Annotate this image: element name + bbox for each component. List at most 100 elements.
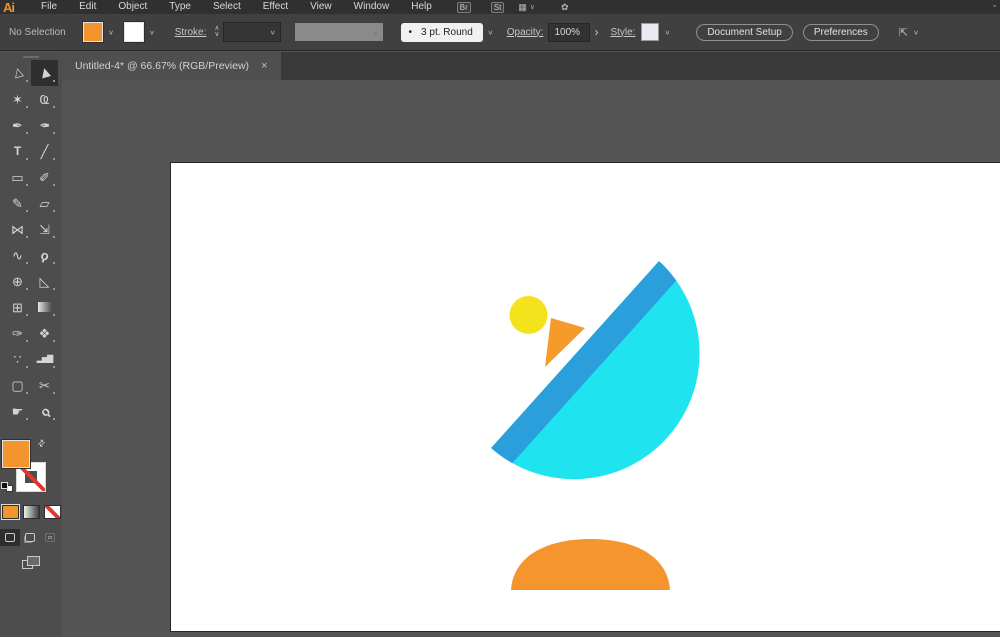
style-swatch[interactable]	[641, 23, 660, 41]
pen-tool-icon: ✒	[12, 117, 23, 133]
menu-select[interactable]: Select	[202, 0, 252, 14]
puppet-warp-tool[interactable]: ϙ	[31, 242, 58, 268]
shape-builder-tool-icon: ⊕	[12, 273, 23, 289]
selection-tool-icon: ▷	[9, 66, 26, 80]
magic-wand-tool[interactable]: ✶	[4, 86, 31, 112]
tab-close-icon[interactable]: ×	[261, 61, 267, 72]
column-graph-tool[interactable]: ▂▅▇	[31, 346, 58, 372]
fill-indicator[interactable]	[1, 439, 31, 469]
stroke-color-swatch[interactable]	[122, 21, 145, 43]
document-setup-button[interactable]: Document Setup	[696, 23, 793, 41]
canvas-pasteboard[interactable]	[62, 80, 1000, 637]
gradient-tool[interactable]	[31, 294, 58, 320]
rectangle-tool[interactable]: ▭	[4, 164, 31, 190]
stock-button[interactable]: St	[490, 1, 505, 13]
eraser-tool[interactable]: ▱	[31, 190, 58, 216]
curvature-tool[interactable]: ✒	[31, 112, 58, 138]
line-segment-tool[interactable]: ╱	[31, 138, 58, 164]
stroke-width-stepper[interactable]: ∧ ∨	[214, 25, 219, 38]
tools-grid: ▷ ▶ ✶ Ҩ ✒ ✒ T ╱ ▭ ✐ ✎ ▱ ⋈ ⇲ ∿ ϙ ⊕ ◺ ⊞ ✑ ❖ ∵ ▂▅▇ ▢ ✂ ☛ ϙ	[0, 60, 62, 424]
width-tool-icon: ∿	[12, 247, 23, 263]
signal-circle-shape[interactable]	[509, 296, 548, 334]
direct-selection-tool[interactable]: ▶	[31, 60, 58, 86]
hand-tool[interactable]: ☛	[4, 398, 31, 424]
slice-tool[interactable]: ✂	[31, 372, 58, 398]
lasso-tool-icon: Ҩ	[39, 91, 50, 107]
rectangle-tool-icon: ▭	[11, 169, 24, 185]
selection-status: No Selection	[9, 26, 66, 38]
menu-help[interactable]: Help	[400, 0, 443, 14]
gradient-tool-icon	[37, 302, 52, 312]
zoom-tool[interactable]: ϙ	[31, 398, 58, 424]
fill-chevron-icon[interactable]: ∨	[108, 28, 114, 35]
preferences-button[interactable]: Preferences	[802, 23, 879, 41]
pen-tool[interactable]: ✒	[4, 112, 31, 138]
shape-builder-tool[interactable]: ⊕	[4, 268, 31, 294]
none-mode-button[interactable]	[44, 505, 61, 519]
menu-object[interactable]: Object	[107, 0, 158, 14]
paintbrush-tool[interactable]: ✐	[31, 164, 58, 190]
brush-value: 3 pt. Round	[421, 26, 473, 38]
fill-stroke-control: ⇄	[0, 437, 62, 502]
opacity-value-field[interactable]: 100%	[548, 22, 591, 42]
document-tab[interactable]: Untitled-4* @ 66.67% (RGB/Preview) ×	[62, 52, 281, 80]
style-label[interactable]: Style:	[610, 27, 635, 38]
brush-definition-dropdown[interactable]: • 3 pt. Round	[400, 22, 483, 42]
perspective-grid-tool[interactable]: ◺	[31, 268, 58, 294]
select-similar-icon[interactable]: ⇱	[899, 26, 908, 39]
draw-behind-button[interactable]	[20, 529, 40, 546]
workspace-chevron-icon[interactable]: ∨	[530, 3, 535, 11]
width-profile-dropdown: ∨	[294, 23, 383, 41]
bridge-button[interactable]: Br	[456, 1, 471, 13]
color-mode-button[interactable]	[1, 504, 20, 520]
drawing-modes	[0, 529, 60, 546]
stroke-width-dropdown[interactable]: ∨	[222, 22, 281, 42]
brush-chevron-icon[interactable]: ∨	[487, 28, 493, 35]
brush-bullet: •	[408, 26, 413, 38]
lasso-tool[interactable]: Ҩ	[31, 86, 58, 112]
stroke-width-chevron-icon[interactable]: ∨	[270, 28, 276, 35]
draw-normal-button[interactable]	[0, 529, 20, 546]
eyedropper-tool[interactable]: ✑	[4, 320, 31, 346]
base-dome-shape[interactable]	[511, 539, 670, 590]
cropped-corner-icon: ⌄	[991, 0, 998, 9]
artboard[interactable]	[170, 162, 1000, 632]
reflect-tool[interactable]: ⋈	[4, 216, 31, 242]
panel-grip[interactable]	[23, 56, 39, 58]
draw-inside-button	[40, 529, 60, 546]
menu-type[interactable]: Type	[158, 0, 202, 14]
selection-tool[interactable]: ▷	[4, 60, 31, 86]
menu-window[interactable]: Window	[343, 0, 401, 14]
stepper-down-icon[interactable]: ∨	[214, 31, 219, 38]
pencil-tool[interactable]: ✎	[4, 190, 31, 216]
style-chevron-icon[interactable]: ∨	[664, 28, 670, 35]
symbol-sprayer-tool[interactable]: ∵	[4, 346, 31, 372]
hand-tool-icon: ☛	[11, 403, 24, 419]
menu-effect[interactable]: Effect	[252, 0, 299, 14]
blend-tool-icon: ❖	[38, 325, 51, 341]
menu-file[interactable]: File	[30, 0, 68, 14]
type-tool[interactable]: T	[4, 138, 31, 164]
app-logo: Ai	[3, 0, 15, 14]
gradient-mode-button[interactable]	[23, 505, 40, 519]
select-similar-chevron-icon[interactable]: ∨	[913, 28, 919, 35]
mesh-tool[interactable]: ⊞	[4, 294, 31, 320]
opacity-label[interactable]: Opacity:	[507, 27, 544, 38]
screen-mode-button[interactable]	[0, 552, 62, 574]
default-fill-stroke-icon[interactable]	[1, 482, 13, 492]
width-tool[interactable]: ∿	[4, 242, 31, 268]
gpu-performance-icon[interactable]: ✿	[561, 2, 569, 13]
menu-view[interactable]: View	[299, 0, 343, 14]
menu-items: File Edit Object Type Select Effect View Window…	[30, 0, 443, 14]
blend-tool[interactable]: ❖	[31, 320, 58, 346]
stroke-chevron-icon[interactable]: ∨	[149, 28, 155, 35]
fill-color-swatch[interactable]	[82, 21, 104, 43]
opacity-more-icon[interactable]: ›	[594, 25, 598, 39]
scale-tool-icon: ⇲	[39, 221, 50, 237]
artboard-tool[interactable]: ▢	[4, 372, 31, 398]
stroke-label[interactable]: Stroke:	[175, 27, 207, 38]
swap-fill-stroke-icon[interactable]: ⇄	[35, 437, 48, 450]
workspace-switcher-icon[interactable]: ▦	[518, 2, 527, 13]
menu-edit[interactable]: Edit	[68, 0, 107, 14]
scale-tool[interactable]: ⇲	[31, 216, 58, 242]
